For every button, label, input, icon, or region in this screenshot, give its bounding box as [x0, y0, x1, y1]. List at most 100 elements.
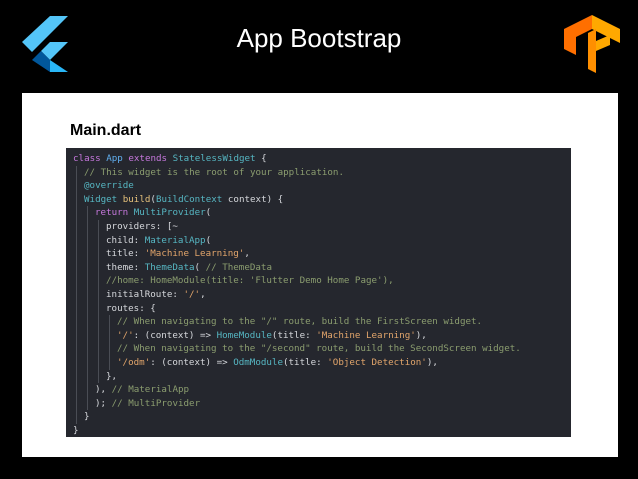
code-token: //home: HomeModule(title: 'Flutter Demo …: [106, 275, 394, 287]
indent-guide: [76, 260, 77, 275]
code-line-content: @override: [84, 179, 134, 193]
code-token: '/': [117, 329, 134, 341]
indent-guide: [76, 355, 77, 370]
code-line: class App extends StatelessWidget {: [73, 152, 571, 166]
indent-guide: [98, 260, 99, 275]
indent-guide: [87, 260, 88, 275]
code-line-content: //home: HomeModule(title: 'Flutter Demo …: [106, 274, 394, 288]
code-line-content: }: [73, 424, 79, 438]
code-token: (: [205, 234, 212, 246]
code-token: '/': [183, 288, 201, 300]
code-line: // When navigating to the "/second" rout…: [73, 342, 571, 356]
indent-guide: [87, 369, 88, 384]
code-token: : (context) =>: [150, 356, 234, 368]
code-token: (: [205, 207, 212, 219]
indent-guide: [87, 301, 88, 316]
indent-guide: [87, 315, 88, 329]
code-token: ),: [95, 384, 112, 396]
code-token: ),: [415, 329, 427, 341]
code-token: OdmModule: [233, 356, 283, 368]
code-token: build: [122, 193, 151, 205]
code-token: context) {: [222, 193, 284, 205]
indent-guide: [87, 233, 88, 248]
code-token: 'Machine Learning': [316, 329, 416, 341]
code-line-content: },: [106, 370, 117, 384]
code-line-content: initialRoute: '/',: [106, 288, 206, 302]
indent-guide: [98, 274, 99, 288]
code-line: // This widget is the root of your appli…: [73, 165, 571, 180]
code-token: MaterialApp: [144, 234, 206, 246]
code-token: providers: [~: [106, 220, 178, 232]
indent-guide: [87, 396, 88, 411]
code-token: // MaterialApp: [111, 384, 190, 396]
code-token: Widget: [84, 193, 123, 205]
code-token: : (context) =>: [133, 329, 217, 341]
code-line: title: 'Machine Learning',: [73, 247, 571, 261]
code-token: theme:: [106, 261, 145, 273]
code-line-content: // This widget is the root of your appli…: [84, 166, 344, 180]
code-line: }: [73, 424, 571, 438]
code-token: // ThemeData: [205, 261, 272, 273]
code-token: return: [95, 207, 134, 219]
code-line: initialRoute: '/',: [73, 287, 571, 302]
indent-guide: [98, 328, 99, 343]
code-line: }: [73, 410, 571, 424]
code-token: ThemeData: [144, 261, 195, 273]
code-token: extends: [128, 153, 173, 164]
indent-guide: [87, 287, 88, 302]
indent-guide: [76, 233, 77, 248]
indent-guide: [98, 342, 99, 356]
code-token: // MultiProvider: [111, 397, 201, 409]
indent-guide: [87, 219, 88, 234]
indent-guide: [98, 247, 99, 261]
code-token: // This widget is the root of your appli…: [84, 166, 344, 178]
tensorflow-logo-icon: [564, 15, 620, 73]
code-line-content: // When navigating to the "/" route, bui…: [117, 315, 482, 329]
indent-guide: [87, 274, 88, 288]
indent-guide: [109, 328, 110, 343]
code-line-content: }: [84, 410, 90, 424]
code-token: MultiProvider: [133, 207, 206, 219]
code-line: '/': (context) => HomeModule(title: 'Mac…: [73, 328, 571, 343]
indent-guide: [109, 315, 110, 329]
indent-guide: [87, 206, 88, 220]
indent-guide: [98, 301, 99, 316]
code-line-content: // When navigating to the "/second" rout…: [117, 342, 521, 356]
code-line-content: ), // MaterialApp: [95, 383, 189, 397]
indent-guide: [76, 206, 77, 220]
indent-guide: [98, 355, 99, 370]
code-line-content: Widget build(BuildContext context) {: [84, 193, 283, 207]
indent-guide: [98, 287, 99, 302]
indent-guide: [87, 383, 88, 397]
code-line: return MultiProvider(: [73, 206, 571, 220]
code-line: providers: [~: [73, 219, 571, 234]
code-line: // When navigating to the "/" route, bui…: [73, 315, 571, 329]
indent-guide: [76, 396, 77, 411]
code-line-content: '/': (context) => HomeModule(title: 'Mac…: [117, 329, 427, 343]
indent-guide: [76, 219, 77, 234]
code-token: class: [73, 153, 107, 164]
code-token: HomeModule: [216, 329, 272, 341]
code-token: }: [84, 411, 90, 423]
code-token: ,: [200, 288, 206, 300]
indent-guide: [76, 315, 77, 329]
code-token: ,: [244, 248, 250, 260]
code-line: child: MaterialApp(: [73, 233, 571, 248]
code-token: child:: [106, 234, 145, 246]
code-line: //home: HomeModule(title: 'Flutter Demo …: [73, 274, 571, 288]
code-block: class App extends StatelessWidget {// Th…: [66, 148, 571, 437]
indent-guide: [76, 410, 77, 424]
indent-guide: [109, 355, 110, 370]
code-token: BuildContext: [155, 193, 223, 205]
indent-guide: [98, 219, 99, 234]
code-line: Widget build(BuildContext context) {: [73, 192, 571, 207]
code-token: // When navigating to the "/" route, bui…: [117, 316, 483, 328]
code-token: App: [106, 153, 129, 164]
code-line: ), // MaterialApp: [73, 383, 571, 397]
code-line: theme: ThemeData( // ThemeData: [73, 260, 571, 275]
code-token: },: [106, 370, 118, 382]
indent-guide: [98, 369, 99, 384]
code-token: {: [255, 153, 267, 164]
slide-title: App Bootstrap: [236, 23, 402, 53]
code-token: title:: [106, 248, 145, 260]
